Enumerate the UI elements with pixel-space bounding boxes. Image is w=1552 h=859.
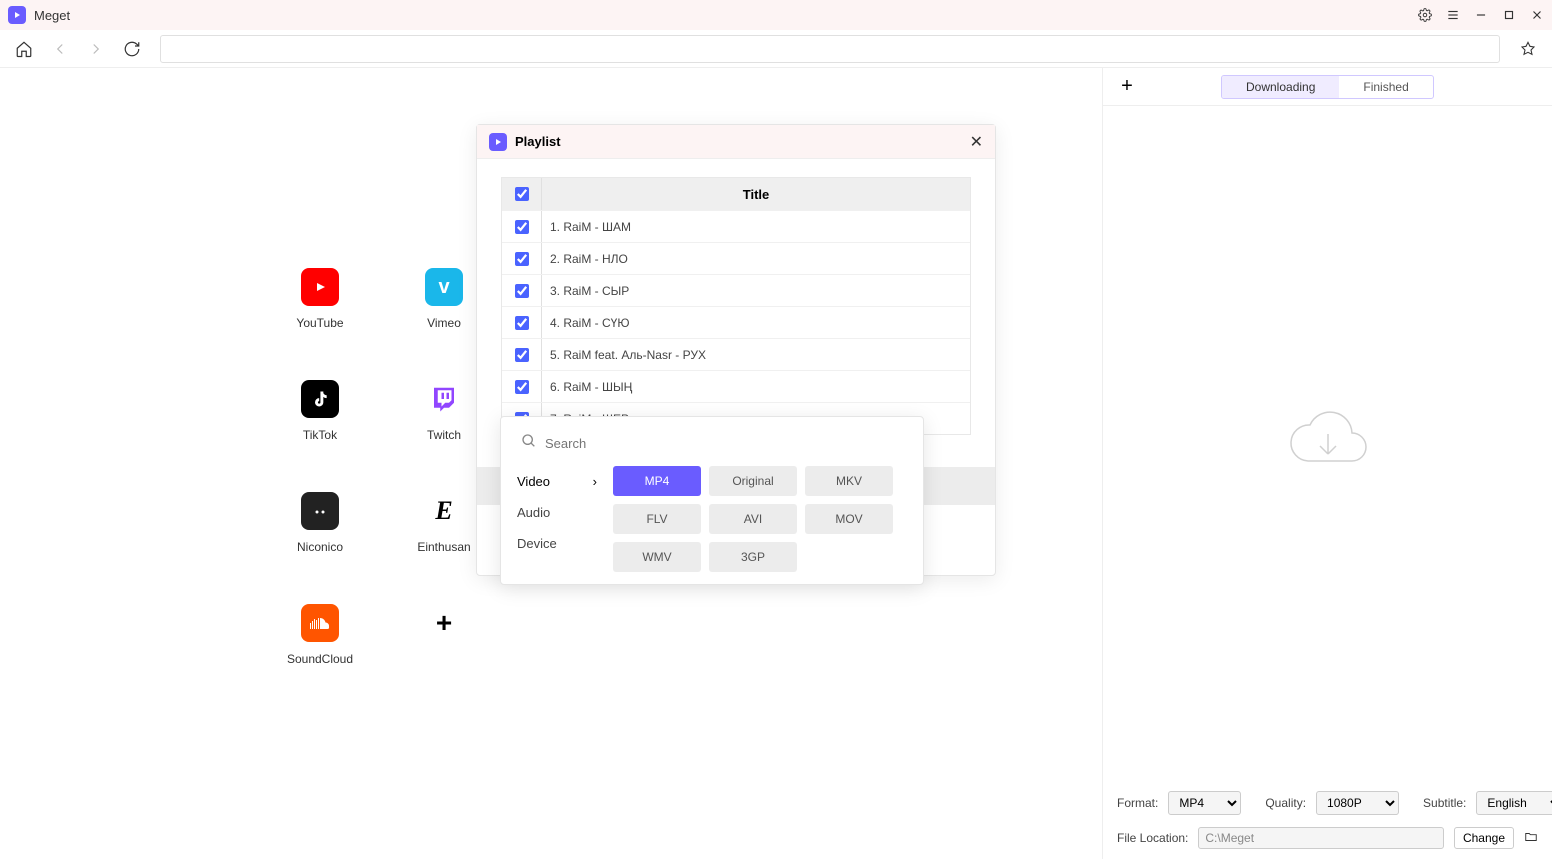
format-cat-audio[interactable]: Audio bbox=[517, 503, 597, 522]
format-mov[interactable]: MOV bbox=[805, 504, 893, 534]
twitch-icon bbox=[425, 380, 463, 418]
row-checkbox[interactable] bbox=[515, 380, 529, 394]
row-checkbox[interactable] bbox=[515, 316, 529, 330]
format-label: Format: bbox=[1117, 796, 1158, 810]
change-button[interactable]: Change bbox=[1454, 827, 1514, 849]
playlist-row[interactable]: 2. RaiM - НЛО bbox=[502, 242, 970, 274]
site-label: TikTok bbox=[303, 428, 337, 442]
add-download-button[interactable]: + bbox=[1113, 73, 1141, 101]
plus-icon: + bbox=[425, 604, 463, 642]
location-label: File Location: bbox=[1117, 831, 1188, 845]
format-cat-device[interactable]: Device bbox=[517, 534, 597, 553]
select-all-checkbox[interactable] bbox=[515, 187, 529, 201]
titlebar: Meget bbox=[0, 0, 1552, 30]
row-checkbox[interactable] bbox=[515, 348, 529, 362]
row-title: 2. RaiM - НЛО bbox=[542, 252, 628, 266]
title-column-header: Title bbox=[542, 187, 970, 202]
row-checkbox[interactable] bbox=[515, 252, 529, 266]
app-logo bbox=[8, 6, 26, 24]
tiktok-icon bbox=[301, 380, 339, 418]
menu-icon[interactable] bbox=[1446, 8, 1460, 22]
app-title: Meget bbox=[34, 8, 1418, 23]
site-tiktok[interactable]: TikTok bbox=[260, 380, 380, 442]
download-tabs: Downloading Finished bbox=[1221, 75, 1434, 99]
site-label: Vimeo bbox=[427, 316, 461, 330]
back-icon[interactable] bbox=[46, 35, 74, 63]
playlist-table: Title 1. RaiM - ШАМ 2. RaiM - НЛО 3. Rai… bbox=[501, 177, 971, 435]
quality-label: Quality: bbox=[1265, 796, 1306, 810]
playlist-row[interactable]: 5. RaiM feat. Аль-Nasr - РУХ bbox=[502, 338, 970, 370]
format-select[interactable]: MP4 bbox=[1168, 791, 1241, 815]
site-youtube[interactable]: YouTube bbox=[260, 268, 380, 330]
gear-icon[interactable] bbox=[1418, 8, 1432, 22]
quality-select[interactable]: 1080P bbox=[1316, 791, 1399, 815]
site-label: Einthusan bbox=[417, 540, 470, 554]
refresh-icon[interactable] bbox=[118, 35, 146, 63]
format-mkv[interactable]: MKV bbox=[805, 466, 893, 496]
row-title: 1. RaiM - ШАМ bbox=[542, 220, 631, 234]
tab-finished[interactable]: Finished bbox=[1339, 76, 1432, 98]
playlist-row[interactable]: 4. RaiM - СҮЮ bbox=[502, 306, 970, 338]
folder-icon[interactable] bbox=[1524, 830, 1538, 847]
format-avi[interactable]: AVI bbox=[709, 504, 797, 534]
format-mp4[interactable]: MP4 bbox=[613, 466, 701, 496]
format-original[interactable]: Original bbox=[709, 466, 797, 496]
format-3gp[interactable]: 3GP bbox=[709, 542, 797, 572]
site-niconico[interactable]: Niconico bbox=[260, 492, 380, 554]
row-checkbox[interactable] bbox=[515, 284, 529, 298]
site-label: SoundCloud bbox=[287, 652, 353, 666]
dialog-title: Playlist bbox=[515, 134, 970, 149]
site-label: Niconico bbox=[297, 540, 343, 554]
row-checkbox[interactable] bbox=[515, 220, 529, 234]
einthusan-icon: E bbox=[425, 492, 463, 530]
download-panel: + Downloading Finished Format: MP4 Quali… bbox=[1102, 68, 1552, 859]
pin-icon[interactable] bbox=[1514, 35, 1542, 63]
location-input[interactable] bbox=[1198, 827, 1444, 849]
site-label: Twitch bbox=[427, 428, 461, 442]
format-wmv[interactable]: WMV bbox=[613, 542, 701, 572]
add-site-button[interactable]: + bbox=[384, 604, 504, 666]
dialog-close-icon[interactable]: ✕ bbox=[970, 132, 983, 152]
minimize-icon[interactable] bbox=[1474, 8, 1488, 22]
format-search-input[interactable] bbox=[545, 436, 903, 451]
niconico-icon bbox=[301, 492, 339, 530]
tab-downloading[interactable]: Downloading bbox=[1222, 76, 1339, 98]
subtitle-select[interactable]: English bbox=[1476, 791, 1552, 815]
format-popup: Video› Audio Device MP4 Original MKV FLV… bbox=[500, 416, 924, 585]
close-icon[interactable] bbox=[1530, 8, 1544, 22]
format-flv[interactable]: FLV bbox=[613, 504, 701, 534]
row-title: 5. RaiM feat. Аль-Nasr - РУХ bbox=[542, 348, 706, 362]
vimeo-icon: v bbox=[425, 268, 463, 306]
format-cat-video[interactable]: Video› bbox=[517, 472, 597, 491]
site-soundcloud[interactable]: SoundCloud bbox=[260, 604, 380, 666]
cloud-download-icon bbox=[1278, 401, 1378, 486]
forward-icon[interactable] bbox=[82, 35, 110, 63]
playlist-row[interactable]: 1. RaiM - ШАМ bbox=[502, 210, 970, 242]
dialog-logo bbox=[489, 133, 507, 151]
chevron-right-icon: › bbox=[593, 474, 597, 489]
row-title: 6. RaiM - ШЫҢ bbox=[542, 380, 632, 394]
youtube-icon bbox=[301, 268, 339, 306]
url-input[interactable] bbox=[160, 35, 1500, 63]
subtitle-label: Subtitle: bbox=[1423, 796, 1466, 810]
nav-toolbar bbox=[0, 30, 1552, 68]
playlist-row[interactable]: 6. RaiM - ШЫҢ bbox=[502, 370, 970, 402]
playlist-row[interactable]: 3. RaiM - СЫР bbox=[502, 274, 970, 306]
site-label: YouTube bbox=[296, 316, 343, 330]
maximize-icon[interactable] bbox=[1502, 8, 1516, 22]
row-title: 4. RaiM - СҮЮ bbox=[542, 316, 629, 330]
soundcloud-icon bbox=[301, 604, 339, 642]
row-title: 3. RaiM - СЫР bbox=[542, 284, 629, 298]
search-icon bbox=[521, 433, 537, 454]
home-icon[interactable] bbox=[10, 35, 38, 63]
